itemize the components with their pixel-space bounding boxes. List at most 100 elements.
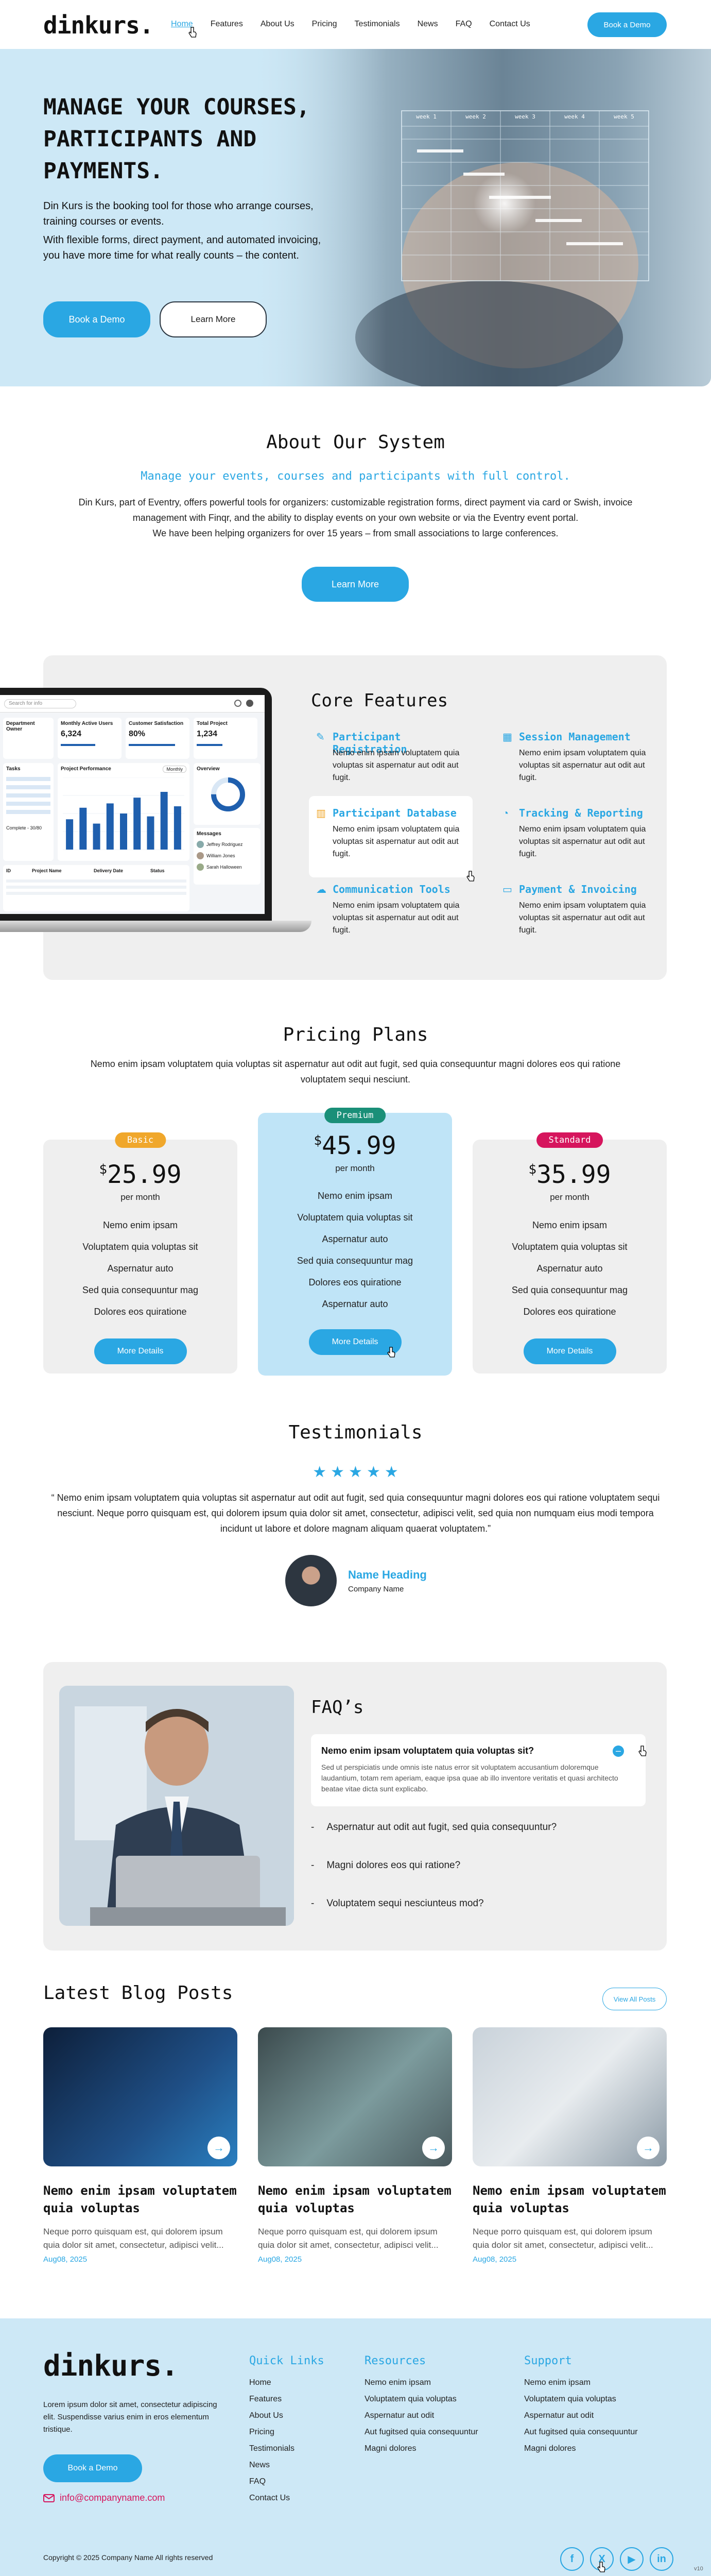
plan-price: $45.99 [258, 1131, 452, 1160]
overview-donut [211, 777, 245, 811]
feature-item[interactable]: ▭ Payment & Invoicing Nemo enim ipsam volu… [497, 883, 652, 940]
blog-post-title[interactable]: Nemo enim ipsam voluptatem quia voluptas [43, 2182, 237, 2217]
faq-open-question[interactable]: Nemo enim ipsam voluptatem quia voluptas… [321, 1745, 534, 1756]
footer-quick-link[interactable]: News [249, 2457, 324, 2473]
performance-bar [106, 803, 114, 850]
blog-card[interactable]: → Nemo enim ipsam voluptatem quia volupta… [473, 2027, 667, 2264]
footer-support-link[interactable]: Voluptatem quia voluptas [524, 2391, 638, 2408]
feature-item[interactable]: ☁ Communication Tools Nemo enim ipsam volu… [311, 883, 465, 940]
plan-period: per month [120, 1192, 160, 1202]
footer-resource-link[interactable]: Magni dolores [365, 2441, 478, 2457]
nav-contact[interactable]: Contact Us [490, 20, 530, 29]
hero-learn-more-button[interactable]: Learn More [160, 301, 267, 337]
logo[interactable]: dinkurs. [43, 11, 154, 39]
message-sender[interactable]: Sarah Halloween [206, 865, 242, 870]
linkedin-icon[interactable]: in [650, 2547, 673, 2571]
message-sender[interactable]: Jeffrey Rodriguez [206, 842, 242, 847]
tasks-completion: Complete - 30/80 [6, 825, 42, 831]
pie-chart-icon: ◔ [502, 808, 509, 819]
footer-quick-link[interactable]: About Us [249, 2408, 324, 2424]
nav-testimonials[interactable]: Testimonials [355, 20, 400, 29]
kpi-card: Total Project 1,234 [194, 718, 257, 759]
pricing-text: Nemo enim ipsam voluptatem quia voluptas… [90, 1059, 621, 1084]
footer-book-demo-button[interactable]: Book a Demo [43, 2454, 142, 2482]
footer-quick-link[interactable]: FAQ [249, 2473, 324, 2490]
footer-email[interactable]: info@companyname.com [43, 2493, 165, 2503]
nav-about[interactable]: About Us [261, 20, 294, 29]
more-details-button[interactable]: More Details [523, 1338, 616, 1364]
plan-period: per month [550, 1192, 589, 1202]
dashboard-search-input[interactable]: Search for info [4, 699, 76, 708]
footer-quick-link[interactable]: Contact Us [249, 2490, 324, 2506]
plan-feature: Nemo enim ipsam [102, 1220, 178, 1230]
blog-card[interactable]: → Nemo enim ipsam voluptatem quia volupta… [43, 2027, 237, 2264]
blog-post-title[interactable]: Nemo enim ipsam voluptatem quia voluptas [258, 2182, 452, 2217]
message-sender[interactable]: William Jones [206, 853, 235, 858]
footer-quick-link[interactable]: Features [249, 2391, 324, 2408]
footer-support-link[interactable]: Nemo enim ipsam [524, 2375, 638, 2391]
blog-image[interactable]: → [258, 2027, 452, 2166]
facebook-icon[interactable]: f [560, 2547, 584, 2571]
plan-badge: Standard [536, 1132, 603, 1148]
footer-support-link[interactable]: Magni dolores [524, 2441, 638, 2457]
blog-image[interactable]: → [473, 2027, 667, 2166]
projects-table: ID Project Name Delivery Date Status [3, 865, 189, 911]
footer-resource-link[interactable]: Nemo enim ipsam [365, 2375, 478, 2391]
faq-item[interactable]: - Voluptatem sequi nesciunteus mod? [311, 1898, 646, 1909]
feature-item[interactable]: ✎ Participant Registration Nemo enim ipsam… [311, 731, 465, 787]
edit-icon: ✎ [316, 732, 325, 743]
youtube-icon[interactable]: ▶ [620, 2547, 644, 2571]
footer-support-link[interactable]: Aut fugitsed quia consequuntur [524, 2424, 638, 2441]
faq-item[interactable]: - Aspernatur aut odit aut fugit, sed quia… [311, 1822, 646, 1833]
footer-quick-link[interactable]: Pricing [249, 2424, 324, 2441]
feature-item[interactable]: ▥ Participant Database Nemo enim ipsam vol… [311, 807, 465, 863]
more-details-button[interactable]: More Details [94, 1338, 187, 1364]
hero-book-demo-button[interactable]: Book a Demo [43, 301, 150, 337]
testimonial-avatar [285, 1555, 337, 1606]
feature-item[interactable]: ◔ Tracking & Reporting Nemo enim ipsam vol… [497, 807, 652, 863]
about-learn-more-button[interactable]: Learn More [302, 567, 409, 602]
arrow-right-icon[interactable]: → [207, 2137, 230, 2159]
arrow-right-icon[interactable]: → [637, 2137, 660, 2159]
notification-icon[interactable] [234, 700, 241, 707]
faq-open-item[interactable]: Nemo enim ipsam voluptatem quia voluptas… [311, 1734, 646, 1806]
faq-question[interactable]: Aspernatur aut odit aut fugit, sed quia … [326, 1822, 557, 1833]
book-demo-button[interactable]: Book a Demo [587, 12, 667, 37]
view-all-posts-button[interactable]: View All Posts [602, 1988, 667, 2010]
footer-quick-link[interactable]: Testimonials [249, 2441, 324, 2457]
performance-bar [147, 816, 154, 850]
faq-question[interactable]: Voluptatem sequi nesciunteus mod? [326, 1898, 483, 1909]
performance-filter[interactable]: Monthly [163, 766, 186, 773]
nav-faq[interactable]: FAQ [456, 20, 472, 29]
plan-feature: Sed quia consequuntur mag [297, 1256, 413, 1266]
footer-logo[interactable]: dinkurs. [43, 2349, 179, 2383]
blog-card[interactable]: → Nemo enim ipsam voluptatem quia volupta… [258, 2027, 452, 2264]
faq-item[interactable]: - Magni dolores eos qui ratione? [311, 1860, 646, 1871]
feature-text: Nemo enim ipsam voluptatem quia voluptas… [333, 901, 460, 935]
profile-icon[interactable] [246, 700, 253, 707]
blog-image[interactable]: → [43, 2027, 237, 2166]
overview-panel: Overview [194, 763, 261, 825]
feature-item[interactable]: ▦ Session Management Nemo enim ipsam volup… [497, 731, 652, 787]
arrow-right-icon[interactable]: → [422, 2137, 445, 2159]
faq-question[interactable]: Magni dolores eos qui ratione? [326, 1860, 460, 1871]
footer-resource-link[interactable]: Aspernatur aut odit [365, 2408, 478, 2424]
footer-quick-link[interactable]: Home [249, 2375, 324, 2391]
collapse-icon[interactable]: – [613, 1745, 624, 1757]
table-header: Project Name [32, 868, 62, 873]
blog-post-date: Aug08, 2025 [43, 2255, 88, 2264]
blog-post-title[interactable]: Nemo enim ipsam voluptatem quia voluptas [473, 2182, 667, 2217]
feature-title: Tracking & Reporting [519, 807, 643, 819]
about-subtitle: Manage your events, courses and particip… [141, 470, 570, 483]
kpi-label: Monthly Active Users [61, 721, 113, 726]
nav-features[interactable]: Features [211, 20, 243, 29]
messages-title: Messages [197, 831, 221, 837]
expand-icon: - [311, 1822, 315, 1833]
footer-resource-link[interactable]: Voluptatem quia voluptas [365, 2391, 478, 2408]
footer-email-text[interactable]: info@companyname.com [60, 2493, 165, 2503]
nav-news[interactable]: News [418, 20, 438, 29]
footer-support-link[interactable]: Aspernatur aut odit [524, 2408, 638, 2424]
plan-feature: Dolores eos quiratione [308, 1277, 402, 1287]
nav-pricing[interactable]: Pricing [312, 20, 337, 29]
footer-resource-link[interactable]: Aut fugitsed quia consequuntur [365, 2424, 478, 2441]
